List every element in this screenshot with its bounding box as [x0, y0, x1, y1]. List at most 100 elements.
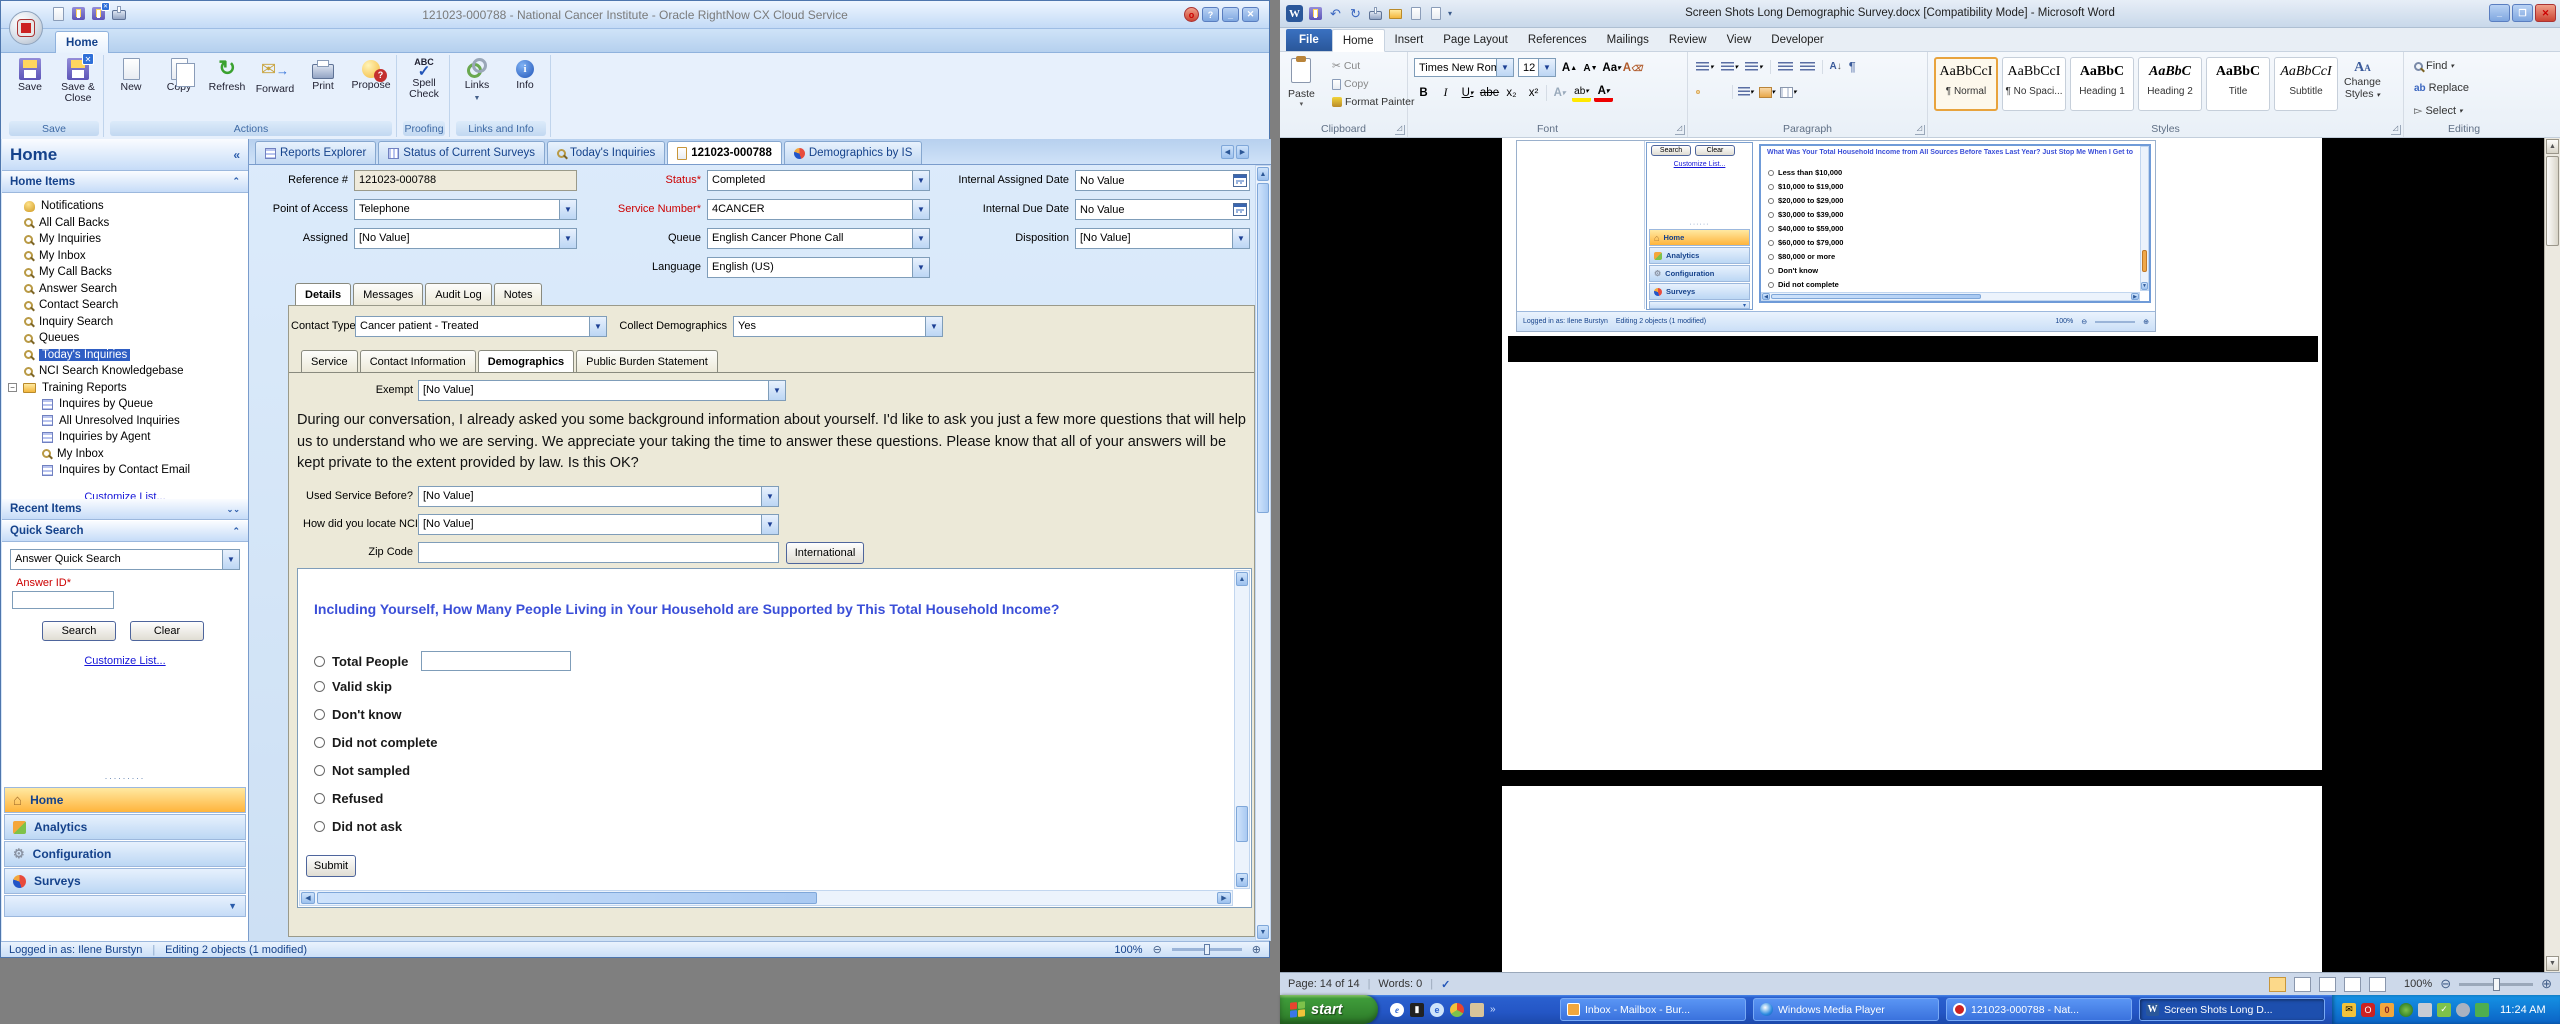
submit-button[interactable]: Submit: [306, 855, 356, 877]
refresh-button[interactable]: ↻ Refresh: [204, 57, 250, 93]
style-title[interactable]: AaBbC Title: [2206, 57, 2270, 111]
tab-view[interactable]: View: [1717, 28, 1762, 51]
zoom-slider[interactable]: [2459, 977, 2534, 991]
sidebar-folder-training-reports[interactable]: − Training Reports: [2, 380, 248, 397]
paste-button[interactable]: Paste ▾: [1288, 56, 1315, 108]
zip-code-input[interactable]: [418, 542, 779, 563]
scroll-thumb[interactable]: [2546, 156, 2559, 246]
superscript-icon[interactable]: x²: [1524, 84, 1543, 102]
tab-scroll-right-icon[interactable]: ▶: [1236, 145, 1249, 159]
tab-scroll-left-icon[interactable]: ◀: [1221, 145, 1234, 159]
copy-button[interactable]: Copy: [156, 57, 202, 93]
sidebar-item-inquires-by-queue[interactable]: Inquires by Queue: [2, 396, 248, 413]
survey-vertical-scrollbar[interactable]: ▲ ▼: [1234, 570, 1250, 889]
numbering-icon[interactable]: ▾: [1720, 61, 1738, 72]
sort-icon[interactable]: A↓: [1830, 61, 1842, 72]
zoom-in-icon[interactable]: ⊕: [1252, 943, 1261, 956]
nav-button-configuration[interactable]: ⚙ Configuration: [4, 841, 246, 867]
zoom-level[interactable]: 100%: [2404, 978, 2432, 990]
collapse-node-icon[interactable]: −: [8, 383, 17, 393]
qat-save-icon[interactable]: [71, 6, 86, 21]
sidebar-item-nci-search-knowledgebase[interactable]: NCI Search Knowledgebase: [2, 363, 248, 380]
scroll-right-icon[interactable]: ▶: [1217, 892, 1231, 904]
style-subtitle[interactable]: AaBbCcI Subtitle: [2274, 57, 2338, 111]
spell-check-button[interactable]: ABC ✓ Spell Check: [401, 57, 447, 100]
tab-audit-log[interactable]: Audit Log: [425, 283, 492, 305]
shrink-font-icon[interactable]: A ▼: [1581, 59, 1600, 77]
style-heading-2[interactable]: AaBbC Heading 2: [2138, 57, 2202, 111]
tray-sync-icon[interactable]: [2475, 1002, 2489, 1017]
font-color-icon[interactable]: A ▾: [1594, 84, 1613, 102]
sidebar-item-contact-search[interactable]: Contact Search: [2, 297, 248, 314]
chevron-up-icon[interactable]: ⌃: [232, 176, 240, 187]
radio-icon[interactable]: [314, 793, 325, 804]
tab-service[interactable]: Service: [301, 350, 358, 372]
qat-print-icon[interactable]: [111, 6, 126, 21]
qat-new-icon[interactable]: [1408, 6, 1423, 21]
close-button[interactable]: ✕: [1242, 7, 1259, 22]
assigned-dropdown[interactable]: [No Value] ▼: [354, 228, 577, 249]
sidebar-item-all-call-backs[interactable]: All Call Backs: [2, 215, 248, 232]
web-layout-view-icon[interactable]: [2319, 976, 2337, 992]
application-menu-button[interactable]: [9, 11, 43, 45]
content-vertical-scrollbar[interactable]: ▲ ▼: [1255, 165, 1271, 941]
embedded-screenshot-image[interactable]: Search Clear Customize List... ······ ⌂ H…: [1516, 140, 2156, 332]
grow-font-icon[interactable]: A ▲: [1560, 59, 1579, 77]
zoom-out-icon[interactable]: ⊖: [2440, 976, 2451, 992]
point-of-access-dropdown[interactable]: Telephone ▼: [354, 199, 577, 220]
word-titlebar[interactable]: W ↶ ↻ ▾ Screen Shots Long Demographic Su…: [1280, 0, 2560, 28]
qat-save-icon[interactable]: [1308, 6, 1323, 21]
sidebar-item-notifications[interactable]: Notifications: [2, 198, 248, 215]
language-dropdown[interactable]: English (US) ▼: [707, 257, 930, 278]
quick-search-header[interactable]: Quick Search ⌃: [2, 521, 248, 542]
style-normal[interactable]: AaBbCcI ¶ Normal: [1934, 57, 1998, 111]
option-refused[interactable]: Refused: [314, 791, 383, 806]
sidebar-item-answer-search[interactable]: Answer Search: [2, 281, 248, 298]
disposition-dropdown[interactable]: [No Value] ▼: [1075, 228, 1250, 249]
sidebar-item-todays-inquiries[interactable]: Today's Inquiries: [2, 347, 248, 364]
used-service-before-dropdown[interactable]: [No Value] ▼: [418, 486, 779, 507]
taskbar-item-word[interactable]: W Screen Shots Long D...: [2139, 998, 2325, 1021]
close-button[interactable]: ✕: [2535, 4, 2556, 22]
sidebar-item-inquiries-by-agent[interactable]: Inquiries by Agent: [2, 429, 248, 446]
internal-assigned-date-field[interactable]: No Value: [1075, 170, 1250, 191]
quicklaunch-ie-icon[interactable]: e: [1390, 1002, 1404, 1017]
tab-demographics[interactable]: Demographics: [477, 350, 575, 372]
scroll-thumb[interactable]: [1257, 183, 1269, 513]
search-button[interactable]: Search: [42, 621, 116, 641]
scroll-up-icon[interactable]: ▲: [2546, 139, 2559, 154]
assist-button[interactable]: o: [1184, 7, 1199, 22]
nav-overflow-strip[interactable]: ▼: [4, 895, 246, 917]
bullets-icon[interactable]: ▾: [1696, 61, 1714, 72]
tab-demographics-by-is[interactable]: Demographics by IS: [783, 141, 923, 164]
tab-contact-information[interactable]: Contact Information: [359, 350, 476, 372]
scroll-down-icon[interactable]: ▼: [2546, 956, 2559, 971]
copy-button[interactable]: Copy: [1332, 78, 1369, 90]
style-no-spacing[interactable]: AaBbCcI ¶ No Spaci...: [2002, 57, 2066, 111]
tray-usb-icon[interactable]: [2418, 1002, 2432, 1017]
restore-button[interactable]: ❐: [2512, 4, 2533, 22]
change-case-icon[interactable]: Aa ▾: [1602, 59, 1621, 77]
format-painter-button[interactable]: Format Painter: [1332, 96, 1414, 108]
start-button[interactable]: start: [1280, 995, 1378, 1024]
collapse-sidebar-icon[interactable]: «: [233, 148, 240, 162]
qat-open-icon[interactable]: [1388, 6, 1403, 21]
align-right-icon[interactable]: [1714, 90, 1718, 94]
tab-reports-explorer[interactable]: Reports Explorer: [255, 141, 377, 164]
justify-icon[interactable]: [1723, 90, 1727, 94]
radio-icon[interactable]: [314, 709, 325, 720]
bold-icon[interactable]: B: [1414, 84, 1433, 102]
tray-volume-icon[interactable]: [2456, 1002, 2470, 1017]
recent-items-header[interactable]: Recent Items ⌄⌄: [2, 499, 248, 520]
clear-formatting-icon[interactable]: A ⌫: [1623, 59, 1643, 77]
option-did-not-ask[interactable]: Did not ask: [314, 819, 402, 834]
select-button[interactable]: ▻ Select ▾: [2414, 104, 2463, 118]
survey-horizontal-scrollbar[interactable]: ◀ ▶: [299, 890, 1233, 906]
scroll-up-icon[interactable]: ▲: [1257, 167, 1269, 181]
taskbar-item-inbox[interactable]: Inbox - Mailbox - Bur...: [1560, 998, 1746, 1021]
sidebar-item-my-inquiries[interactable]: My Inquiries: [2, 231, 248, 248]
chevron-double-down-icon[interactable]: ⌄⌄: [227, 505, 240, 514]
radio-icon[interactable]: [314, 681, 325, 692]
internal-due-date-field[interactable]: No Value: [1075, 199, 1250, 220]
save-close-button[interactable]: ✕ Save & Close: [55, 53, 101, 104]
